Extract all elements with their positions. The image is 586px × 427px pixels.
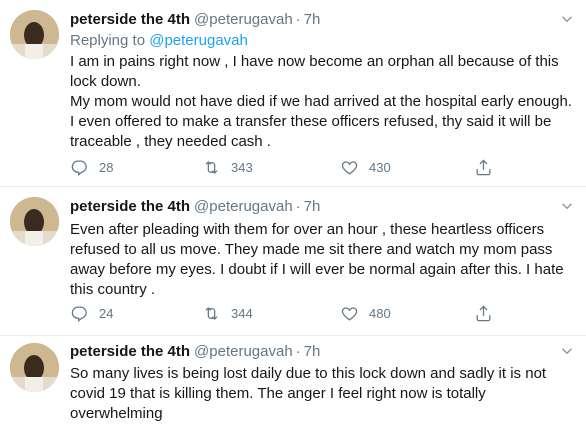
tweet-2[interactable]: peterside the 4th @peterugavah · 7h Even af… <box>0 187 586 335</box>
tweet-3[interactable]: peterside the 4th @peterugavah · 7h So many… <box>0 336 586 427</box>
retweet-button[interactable]: 343 <box>202 157 253 177</box>
like-count: 430 <box>369 159 391 175</box>
reply-icon <box>71 306 87 322</box>
tweet-text: So many lives is being lost daily due to… <box>70 364 576 424</box>
separator-dot: · <box>295 343 301 360</box>
avatar[interactable] <box>10 197 59 246</box>
tweet-text-line: My mom would not have died if we had arr… <box>70 93 572 150</box>
like-count: 480 <box>369 305 391 321</box>
reply-count: 28 <box>99 159 114 175</box>
retweet-button[interactable]: 344 <box>202 303 253 323</box>
reply-button[interactable]: 24 <box>70 303 113 323</box>
reply-button[interactable]: 28 <box>70 157 113 177</box>
timestamp[interactable]: 7h <box>304 343 321 360</box>
replying-to-label: Replying to <box>70 32 146 49</box>
avatar[interactable] <box>10 10 59 59</box>
tweet-1[interactable]: peterside the 4th @peterugavah · 7h Replyin… <box>0 0 586 186</box>
username[interactable]: @peterugavah <box>190 11 293 28</box>
tweet-text-line: Even after pleading with them for over a… <box>70 221 564 298</box>
tweet-actions: 28 343 430 <box>70 157 500 177</box>
heart-icon <box>341 160 358 175</box>
display-name[interactable]: peterside the 4th <box>70 11 190 28</box>
reply-count: 24 <box>99 305 114 321</box>
timestamp[interactable]: 7h <box>304 198 321 215</box>
separator-dot: · <box>295 198 301 215</box>
share-icon <box>476 158 491 175</box>
timestamp[interactable]: 7h <box>304 11 321 28</box>
tweet-actions: 24 344 480 <box>70 303 500 323</box>
chevron-down-icon[interactable] <box>558 10 576 28</box>
retweet-count: 344 <box>231 305 253 321</box>
separator-dot: · <box>295 11 301 28</box>
username[interactable]: @peterugavah <box>190 343 293 360</box>
share-button[interactable] <box>474 157 493 177</box>
display-name[interactable]: peterside the 4th <box>70 198 190 215</box>
heart-icon <box>341 306 358 321</box>
chevron-down-icon[interactable] <box>558 197 576 215</box>
replying-to-mention[interactable]: @peterugavah <box>149 32 248 49</box>
like-button[interactable]: 430 <box>340 157 391 177</box>
avatar[interactable] <box>10 343 59 392</box>
retweet-icon <box>205 306 218 320</box>
like-button[interactable]: 480 <box>340 303 391 323</box>
display-name[interactable]: peterside the 4th <box>70 343 190 360</box>
replying-to: Replying to @peterugavah <box>70 31 248 51</box>
tweet-text: I am in pains right now , I have now bec… <box>70 52 576 152</box>
chevron-down-icon[interactable] <box>558 342 576 360</box>
share-icon <box>476 304 491 321</box>
retweet-icon <box>205 160 218 174</box>
tweet-text-line: So many lives is being lost daily due to… <box>70 365 547 422</box>
tweet-text-line: I am in pains right now , I have now bec… <box>70 53 559 90</box>
reply-icon <box>71 160 87 176</box>
retweet-count: 343 <box>231 159 253 175</box>
tweet-text: Even after pleading with them for over a… <box>70 220 576 300</box>
share-button[interactable] <box>474 303 493 323</box>
username[interactable]: @peterugavah <box>190 198 293 215</box>
